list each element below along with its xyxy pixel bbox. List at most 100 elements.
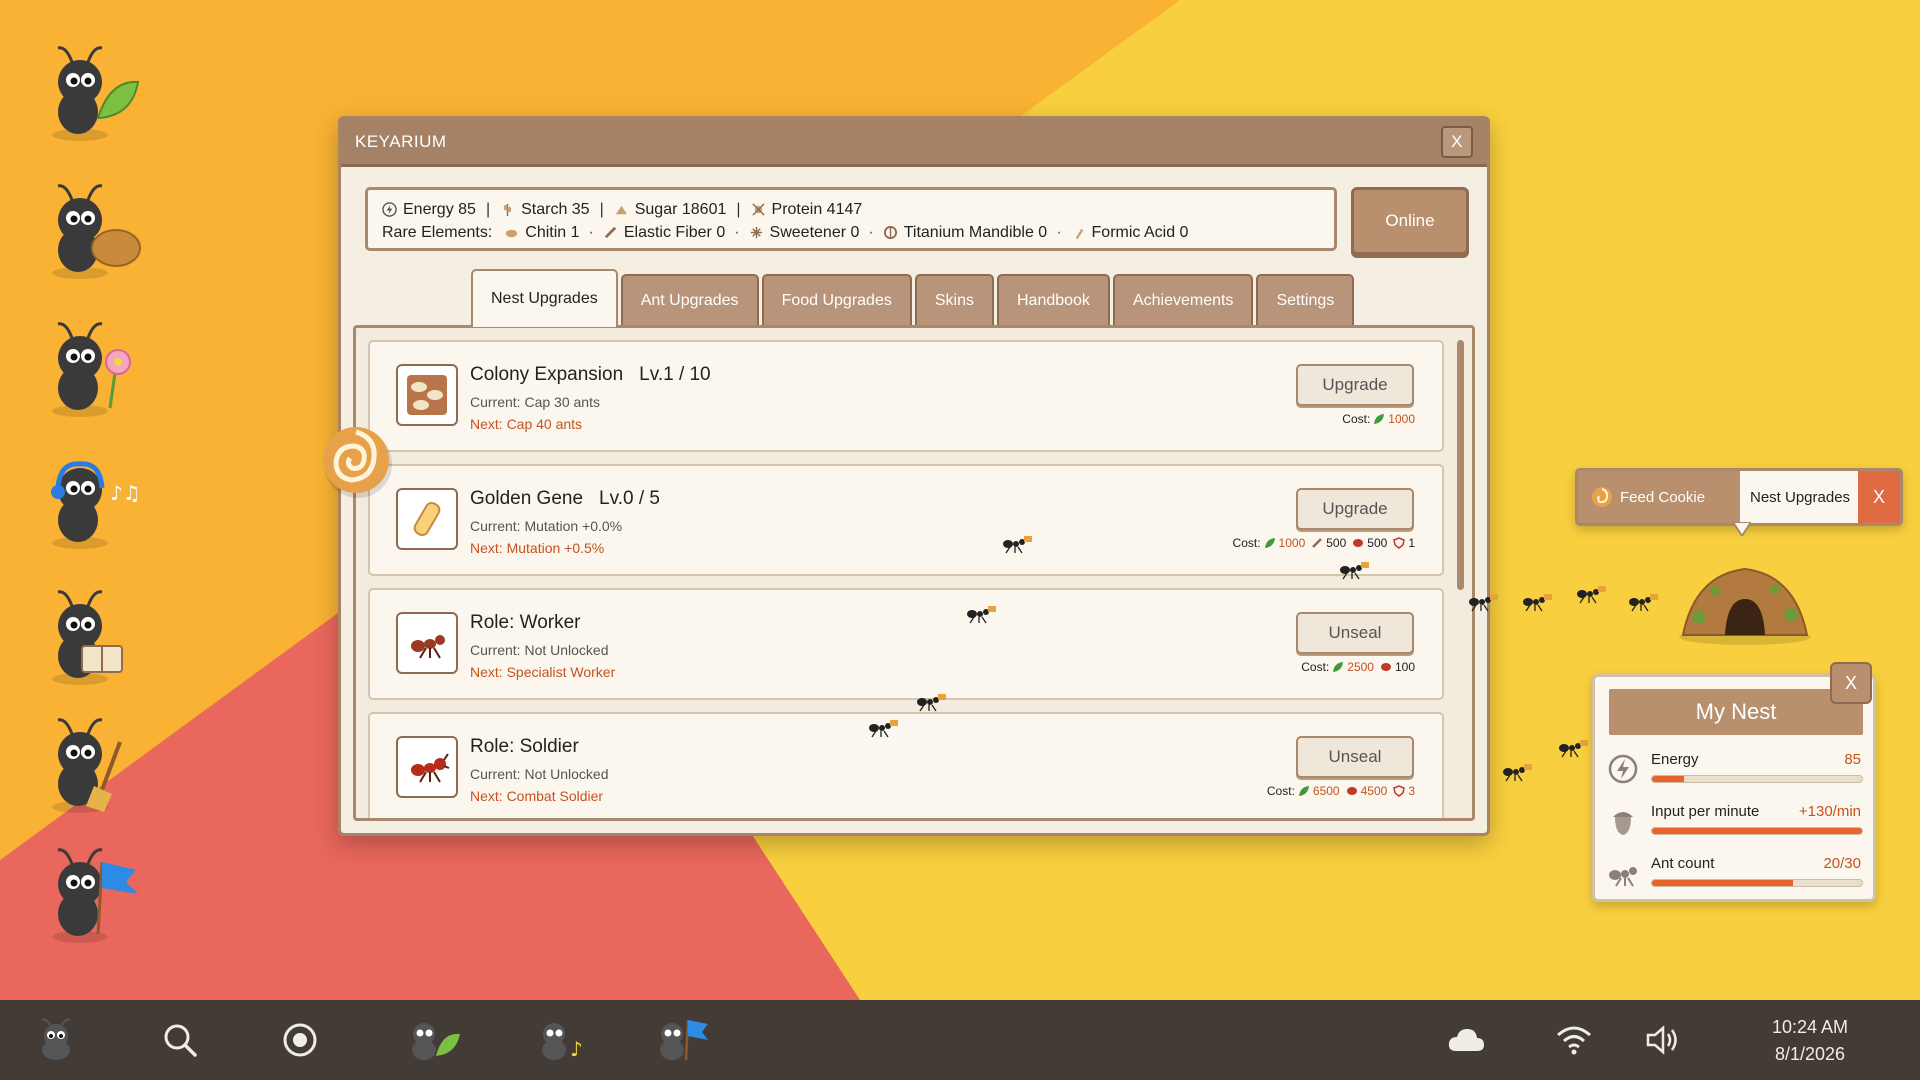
leaf-icon xyxy=(1298,786,1309,796)
upgrade-next: Next: Mutation +0.5% xyxy=(470,540,605,556)
feed-popup-close-button[interactable]: X xyxy=(1858,471,1900,523)
desktop-icon-ant-leaf[interactable] xyxy=(40,40,144,150)
separator: | xyxy=(599,200,604,218)
ant-nest-hill-icon[interactable] xyxy=(1675,555,1815,645)
upgrade-next: Next: Specialist Worker xyxy=(470,664,616,680)
upgrade-cost: Cost: 1000 500 500 1 xyxy=(1233,536,1418,550)
upgrade-button[interactable]: Upgrade xyxy=(1296,488,1414,530)
dot-separator: · xyxy=(1056,223,1062,241)
cost-value: 100 xyxy=(1394,660,1415,674)
cloud-icon[interactable] xyxy=(1434,1008,1498,1072)
ant-sprite xyxy=(1559,740,1588,758)
input-progress-bar xyxy=(1651,827,1863,835)
unseal-button[interactable]: Unseal xyxy=(1296,736,1414,778)
feed-cookie-button[interactable]: Feed Cookie xyxy=(1578,471,1740,523)
tab-achievements[interactable]: Achievements xyxy=(1112,274,1254,325)
ant-sprite xyxy=(1577,586,1606,604)
upgrade-card-golden-gene: Golden Gene Lv.0 / 5 Current: Mutation +0… xyxy=(368,464,1444,576)
upgrade-card-role-soldier: Role: Soldier Current: Not Unlocked Next… xyxy=(368,712,1444,818)
colony-icon xyxy=(396,364,458,426)
ant-sprite xyxy=(1469,594,1498,612)
resource-row-main: Energy 85 | Starch 35 | Sugar 18601 | Pr… xyxy=(382,198,1320,221)
start-ant-icon[interactable] xyxy=(24,1008,88,1072)
ant-sprite xyxy=(1523,594,1552,612)
acorn-icon xyxy=(1613,812,1633,835)
leaf-icon xyxy=(1333,662,1344,672)
search-icon[interactable] xyxy=(148,1008,212,1072)
dot-separator: · xyxy=(588,223,594,241)
upgrades-panel: Colony Expansion Lv.1 / 10 Current: Cap 3… xyxy=(353,325,1475,821)
taskbar-ant-leaf-icon[interactable] xyxy=(400,1008,464,1072)
svg-text:♪: ♪ xyxy=(570,1037,583,1061)
stat-value: +130/min xyxy=(1798,803,1861,820)
my-nest-close-button[interactable]: X xyxy=(1830,662,1872,704)
volume-icon[interactable] xyxy=(1632,1008,1696,1072)
desktop-icon-ant-flower[interactable] xyxy=(40,316,144,426)
upgrade-level: Lv.1 / 10 xyxy=(639,364,711,385)
panel-scrollbar[interactable] xyxy=(1457,340,1464,590)
mandible-icon xyxy=(883,225,897,240)
tab-ant-upgrades[interactable]: Ant Upgrades xyxy=(620,274,759,325)
clock-time: 10:24 AM xyxy=(1771,1017,1849,1037)
shield-icon xyxy=(1393,785,1406,797)
upgrade-card-role-worker: Role: Worker Current: Not Unlocked Next:… xyxy=(368,588,1444,700)
cost-value: 500 xyxy=(1367,536,1388,550)
my-nest-title: My Nest xyxy=(1609,689,1863,735)
task-view-icon[interactable] xyxy=(268,1008,332,1072)
sweetener-resource: Sweetener 0 xyxy=(749,224,859,242)
energy-icon xyxy=(1608,754,1638,784)
protein-value: Protein 4147 xyxy=(771,200,863,218)
separator: | xyxy=(485,200,491,218)
tab-handbook[interactable]: Handbook xyxy=(996,274,1110,325)
taskbar-clock[interactable]: 10:24 AM 8/1/2026 xyxy=(1740,1014,1880,1068)
taskbar-ant-music-icon[interactable]: ♪ xyxy=(530,1008,594,1072)
cost-value: 2500 xyxy=(1347,660,1374,674)
cost-label: Cost: xyxy=(1232,536,1261,550)
unseal-button[interactable]: Unseal xyxy=(1296,612,1414,654)
wifi-icon[interactable] xyxy=(1542,1008,1606,1072)
tab-settings[interactable]: Settings xyxy=(1256,274,1355,325)
tab-bar: Nest Upgrades Ant Upgrades Food Upgrades… xyxy=(471,269,1355,327)
window-close-button[interactable]: X xyxy=(1441,125,1473,158)
upgrade-level: Lv.0 / 5 xyxy=(599,488,660,509)
leaf-icon xyxy=(1264,538,1275,548)
desktop-icon-ant-book[interactable] xyxy=(40,584,144,694)
stat-label: Ant count xyxy=(1651,855,1715,872)
cookie-icon[interactable] xyxy=(320,424,396,500)
resource-row-rare: Rare Elements: Chitin 1 · Elastic Fiber … xyxy=(382,221,1320,244)
cost-value: 500 xyxy=(1326,536,1347,550)
desktop-icon-ant-music[interactable]: ♪♫ xyxy=(40,448,144,558)
upgrade-title: Role: Worker xyxy=(470,612,581,633)
nest-upgrades-button[interactable]: Nest Upgrades xyxy=(1740,471,1858,523)
keyarium-window: KEYARIUM X Energy 85 | Starch 35 | Sugar… xyxy=(338,116,1490,836)
ant-icon xyxy=(1609,867,1637,887)
wheat-icon xyxy=(503,203,512,217)
cost-label: Cost: xyxy=(1342,412,1371,426)
upgrade-card-colony-expansion: Colony Expansion Lv.1 / 10 Current: Cap 3… xyxy=(368,340,1444,452)
upgrade-button[interactable]: Upgrade xyxy=(1296,364,1414,406)
upgrade-name: Golden Gene Lv.0 / 5 xyxy=(470,488,660,510)
titanium-mandible-value: Titanium Mandible 0 xyxy=(903,223,1048,241)
formic-acid-resource: Formic Acid 0 xyxy=(1071,224,1188,242)
stat-ant-count: Ant count 20/30 xyxy=(1607,851,1867,899)
tab-skins[interactable]: Skins xyxy=(914,274,994,325)
desktop-icon-ant-broom[interactable] xyxy=(40,712,144,822)
ant-sprite xyxy=(1503,764,1532,782)
meat-icon xyxy=(1353,539,1364,547)
cost-label: Cost: xyxy=(1266,784,1295,798)
energy-progress-bar xyxy=(1651,775,1863,783)
cost-value: 1000 xyxy=(1388,412,1415,426)
tab-food-upgrades[interactable]: Food Upgrades xyxy=(761,274,912,325)
desktop-icon-ant-cookie[interactable] xyxy=(40,178,144,288)
online-button[interactable]: Online xyxy=(1351,187,1469,255)
upgrade-cost: Cost: 1000 xyxy=(1342,412,1418,426)
ant-sprite xyxy=(869,720,898,738)
resource-bar: Energy 85 | Starch 35 | Sugar 18601 | Pr… xyxy=(365,187,1337,251)
meat-icon xyxy=(1346,787,1357,795)
taskbar-ant-flag-icon[interactable] xyxy=(648,1008,712,1072)
window-titlebar[interactable]: KEYARIUM X xyxy=(341,119,1487,167)
desktop-icon-ant-flag[interactable] xyxy=(40,842,144,952)
leaf-icon xyxy=(1374,414,1385,424)
tab-nest-upgrades[interactable]: Nest Upgrades xyxy=(471,269,618,327)
ant-sprite xyxy=(1629,594,1658,612)
